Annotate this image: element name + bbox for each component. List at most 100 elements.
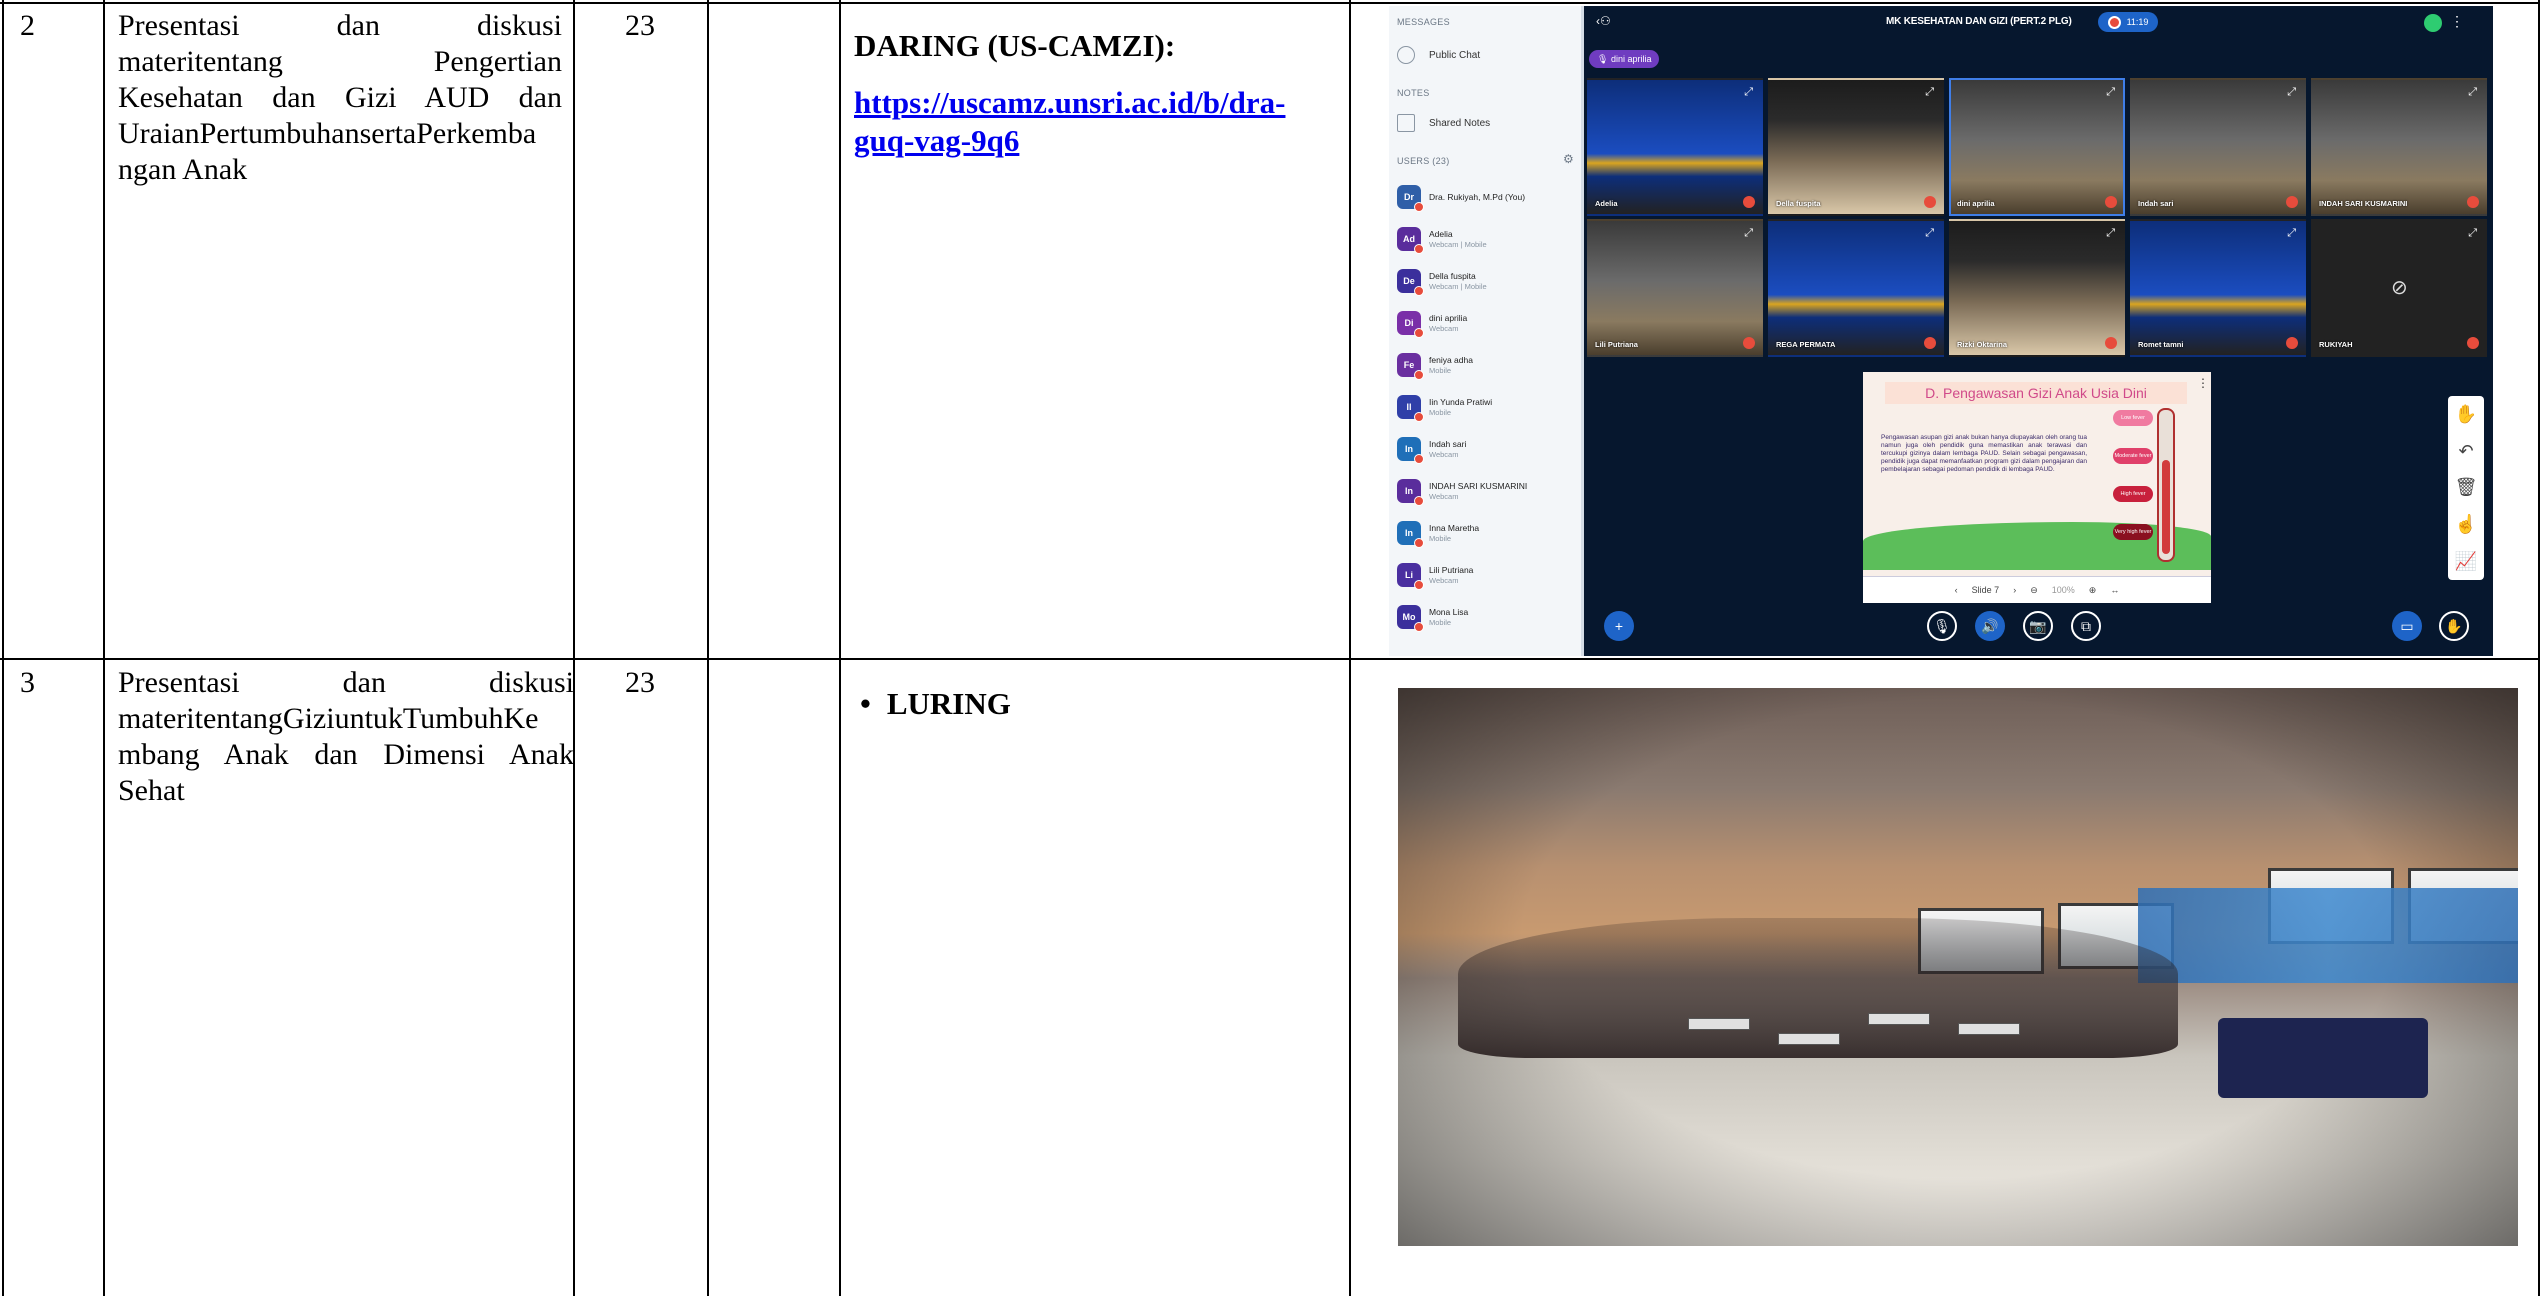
user-list-item[interactable]: In Indah sari Webcam xyxy=(1397,430,1577,468)
video-tile[interactable]: ⤢ INDAH SARI KUSMARINI xyxy=(2311,78,2487,216)
video-label: Indah sari xyxy=(2138,199,2174,208)
video-label: Lili Putriana xyxy=(1595,340,1638,349)
user-status: Webcam xyxy=(1429,323,1459,333)
notes-label: NOTES xyxy=(1397,88,1430,98)
avatar: In xyxy=(1397,437,1424,464)
expand-icon[interactable]: ⤢ xyxy=(2287,86,2296,99)
avatar: Ad xyxy=(1397,227,1424,254)
video-label: Della fuspita xyxy=(1776,199,1821,208)
user-list-item[interactable]: In INDAH SARI KUSMARINI Webcam xyxy=(1397,472,1577,510)
chart-icon[interactable]: 📈 xyxy=(2455,551,2477,572)
expand-icon[interactable]: ⤢ xyxy=(1925,227,1934,240)
user-list-item[interactable]: De Della fuspita Webcam | Mobile xyxy=(1397,262,1577,300)
video-tile[interactable]: ⤢ RUKIYAH ⊘ xyxy=(2311,219,2487,357)
camera-off-icon: ⊘ xyxy=(2391,277,2408,299)
muted-mic-icon xyxy=(1743,337,1755,349)
trash-icon[interactable]: 🗑 xyxy=(2455,477,2478,498)
raise-hand-button[interactable]: ✋ xyxy=(2439,611,2469,641)
user-name: Dra. Rukiyah, M.Pd (You) xyxy=(1429,191,1526,202)
slide-body: Pengawasan asupan gizi anak bukan hanya … xyxy=(1881,434,2087,473)
expand-icon[interactable]: ⤢ xyxy=(1744,86,1753,99)
user-list-item[interactable]: Di dini aprilia Webcam xyxy=(1397,304,1577,342)
user-name: Iin Yunda Pratiwi xyxy=(1429,396,1493,407)
avatar: Di xyxy=(1397,311,1424,338)
recording-indicator[interactable]: 11:19 xyxy=(2098,12,2158,32)
meeting-link-line[interactable]: https://uscamz.unsri.ac.id/b/dra- xyxy=(854,85,1285,120)
screenshare-button[interactable]: ⧉ xyxy=(2071,611,2101,641)
user-name: Inna Maretha xyxy=(1429,522,1480,533)
bullet-icon: • xyxy=(860,686,871,721)
muted-mic-icon xyxy=(2105,337,2117,349)
presentation-slide: D. Pengawasan Gizi Anak Usia Dini ⋮ Peng… xyxy=(1863,372,2211,603)
slide-title: D. Pengawasan Gizi Anak Usia Dini xyxy=(1885,382,2187,404)
user-status: Mobile xyxy=(1429,365,1452,375)
expand-icon[interactable]: ⤢ xyxy=(1744,227,1753,240)
expand-icon[interactable]: ⤢ xyxy=(2106,86,2115,99)
next-slide-icon[interactable]: › xyxy=(2013,585,2016,595)
row-number: 3 xyxy=(20,666,35,699)
expand-icon[interactable]: ⤢ xyxy=(2468,227,2477,240)
presentation-button[interactable]: ▭ xyxy=(2392,611,2422,641)
meeting-link[interactable]: https://uscamz.unsri.ac.id/b/dra- guq-va… xyxy=(854,84,1314,160)
mute-button[interactable]: 🎙 xyxy=(1927,611,1957,641)
fit-width-icon[interactable]: ↔ xyxy=(2110,585,2119,595)
prev-slide-icon[interactable]: ‹ xyxy=(1955,585,1958,595)
muted-mic-icon xyxy=(2286,196,2298,208)
expand-icon[interactable]: ⤢ xyxy=(2106,227,2115,240)
muted-mic-icon xyxy=(2286,337,2298,349)
video-label: Rizki Oktarina xyxy=(1957,340,2008,349)
expand-icon[interactable]: ⤢ xyxy=(1925,86,1934,99)
video-tile[interactable]: ⤢ Adelia xyxy=(1587,78,1763,216)
zoom-level: 100% xyxy=(2051,585,2075,595)
table-border xyxy=(0,658,2540,660)
video-tile[interactable]: ⤢ dini aprilia xyxy=(1949,78,2125,216)
multi-user-icon[interactable]: ☝ xyxy=(2455,514,2477,535)
undo-icon[interactable]: ↶ xyxy=(2458,441,2473,462)
photo-desk xyxy=(1958,1023,2020,1035)
public-chat-item[interactable]: Public Chat xyxy=(1397,42,1480,68)
slide-selector[interactable]: Slide 7 xyxy=(1972,585,2000,595)
table-border xyxy=(103,0,105,1296)
slide-menu-icon[interactable]: ⋮ xyxy=(2197,376,2209,390)
user-list-item[interactable]: Fe feniya adha Mobile xyxy=(1397,346,1577,384)
table-border xyxy=(0,2,2540,4)
table-border xyxy=(2,0,4,1296)
video-tile[interactable]: ⤢ Indah sari xyxy=(2130,78,2306,216)
user-list-item[interactable]: Mo Mona Lisa Mobile xyxy=(1397,598,1577,636)
shared-notes-item[interactable]: Shared Notes xyxy=(1397,110,1490,136)
audio-button[interactable]: 🔊 xyxy=(1975,611,2005,641)
video-tile[interactable]: ⤢ Romet tamni xyxy=(2130,219,2306,357)
mode-heading: • LURING xyxy=(860,686,1011,721)
zoom-in-icon[interactable]: ⊕ xyxy=(2089,585,2097,596)
webcam-button[interactable]: 📷 xyxy=(2023,611,2053,641)
connection-icon[interactable] xyxy=(2424,14,2442,32)
mode-heading: DARING (US-CAMZI): xyxy=(854,28,1176,63)
topic-text: Presentasi dan diskusi materitentangGizi… xyxy=(118,666,574,807)
user-list-item[interactable]: Il Iin Yunda Pratiwi Mobile xyxy=(1397,388,1577,426)
video-tile[interactable]: ⤢ Rizki Oktarina xyxy=(1949,219,2125,357)
video-tile[interactable]: ⤢ Lili Putriana xyxy=(1587,219,1763,357)
table-border xyxy=(839,0,841,1296)
avatar: In xyxy=(1397,479,1424,506)
muted-mic-icon xyxy=(1924,337,1936,349)
user-list-item[interactable]: In Inna Maretha Mobile xyxy=(1397,514,1577,552)
zoom-out-icon[interactable]: ⊖ xyxy=(2030,585,2038,596)
users-toggle-icon[interactable]: ‹⚇ xyxy=(1596,14,1611,28)
meeting-link-line[interactable]: guq-vag-9q6 xyxy=(854,123,1019,158)
gear-icon[interactable]: ⚙ xyxy=(1563,152,1574,166)
video-tile[interactable]: ⤢ REGA PERMATA xyxy=(1768,219,1944,357)
user-list-item[interactable]: Ad Adelia Webcam | Mobile xyxy=(1397,220,1577,258)
video-tile[interactable]: ⤢ Della fuspita xyxy=(1768,78,1944,216)
user-status: Webcam xyxy=(1429,575,1459,585)
actions-button[interactable]: + xyxy=(1604,611,1634,641)
avatar: Fe xyxy=(1397,353,1424,380)
user-list-item[interactable]: Dr Dra. Rukiyah, M.Pd (You) xyxy=(1397,178,1577,216)
expand-icon[interactable]: ⤢ xyxy=(2287,227,2296,240)
user-status: Mobile xyxy=(1429,407,1452,417)
user-status: Webcam | Mobile xyxy=(1429,281,1487,291)
expand-icon[interactable]: ⤢ xyxy=(2468,86,2477,99)
muted-mic-icon xyxy=(1924,196,1936,208)
user-list-item[interactable]: Li Lili Putriana Webcam xyxy=(1397,556,1577,594)
more-options-icon[interactable]: ⋮ xyxy=(2450,13,2464,30)
hand-tool-icon[interactable]: ✋ xyxy=(2455,404,2477,425)
